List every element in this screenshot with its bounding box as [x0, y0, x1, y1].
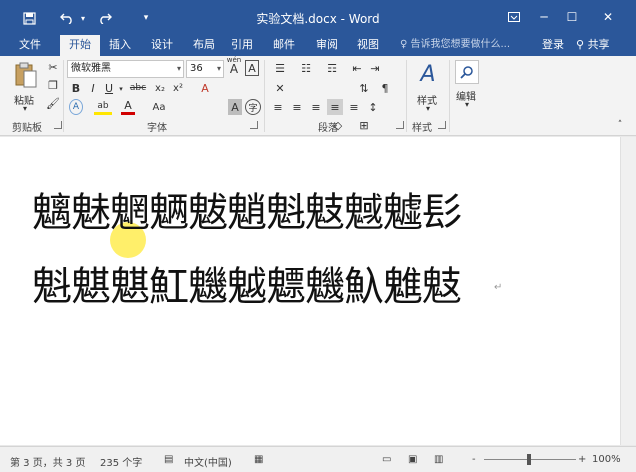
font-name-value: 微软雅黑	[71, 63, 111, 74]
divider	[63, 60, 64, 132]
font-launcher-icon[interactable]	[250, 121, 258, 129]
status-bar: 第 3 页，共 3 页 235 个字 ▤ 中文(中国) ▦ ▭ ▣ ▥ - + …	[0, 446, 636, 472]
superscript-button[interactable]: x²	[170, 80, 186, 96]
user-icon: ⚲	[576, 38, 585, 51]
chevron-down-icon: ▾	[216, 64, 221, 73]
share-button[interactable]: ⚲ 共享	[576, 35, 610, 56]
show-marks-icon[interactable]: ¶	[378, 80, 392, 96]
divider	[406, 60, 407, 132]
paragraph-mark: ↵	[494, 282, 503, 293]
tab-references[interactable]: 引用	[224, 35, 260, 56]
maximize-button[interactable]: ☐	[556, 4, 588, 30]
bullets-icon[interactable]: ☰	[270, 60, 290, 76]
underline-button[interactable]: U	[102, 80, 116, 96]
strikethrough-button[interactable]: abc	[128, 80, 148, 96]
proofing-icon[interactable]: ▤	[164, 454, 173, 465]
justify-icon[interactable]: ≡	[327, 99, 343, 115]
close-button[interactable]: ✕	[592, 4, 624, 30]
clear-format-icon[interactable]: A	[197, 80, 213, 96]
font-group-label: 字体	[147, 123, 167, 134]
char-shading-icon[interactable]: A	[228, 99, 242, 115]
divider	[264, 60, 265, 132]
web-layout-icon[interactable]: ▥	[434, 454, 443, 465]
enclose-char-icon[interactable]: 字	[245, 99, 261, 115]
format-painter-icon[interactable]: 🖌	[46, 96, 60, 110]
chinese-layout-icon[interactable]: ✕	[270, 80, 290, 96]
text-effect-icon[interactable]: A	[69, 99, 83, 115]
editing-search-icon[interactable]	[455, 60, 479, 84]
align-center-icon[interactable]: ≡	[289, 99, 305, 115]
font-name-select[interactable]: 微软雅黑 ▾	[67, 60, 184, 78]
zoom-out-button[interactable]: -	[472, 454, 476, 465]
decrease-indent-icon[interactable]: ⇤	[350, 60, 364, 76]
line-spacing-icon[interactable]: ↕	[365, 99, 381, 115]
numbering-icon[interactable]: ☷	[296, 60, 316, 76]
wen-icon[interactable]: wén	[225, 56, 243, 64]
change-case-icon[interactable]: Aa	[150, 99, 168, 115]
share-label: 共享	[587, 38, 610, 51]
sort-icon[interactable]: ⇅	[354, 80, 374, 96]
underline-dropdown-icon[interactable]: ▾	[117, 82, 125, 96]
paste-dropdown-icon[interactable]: ▾	[23, 104, 27, 113]
tab-home[interactable]: 开始	[60, 35, 100, 56]
document-line-1[interactable]: 魑魅魍魉魃魈魁鬾魊魖髟	[32, 180, 462, 238]
styles-group-label: 样式	[412, 123, 432, 134]
editing-dropdown-icon[interactable]: ▾	[465, 100, 469, 109]
collapse-ribbon-icon[interactable]: ˄	[614, 120, 626, 130]
styles-launcher-icon[interactable]	[438, 121, 446, 129]
tab-layout[interactable]: 布局	[186, 35, 222, 56]
zoom-in-button[interactable]: +	[578, 454, 586, 465]
document-line-2[interactable]: 魁魌魌魟魕魆魒魕魞魋鬾	[32, 254, 462, 312]
title-bar: ▾ ▾ 实验文档.docx - Word ─ ☐ ✕	[0, 0, 636, 35]
subscript-button[interactable]: x₂	[152, 80, 168, 96]
print-layout-icon[interactable]: ▣	[408, 454, 417, 465]
highlight-icon[interactable]: ab	[94, 99, 112, 115]
sign-in-link[interactable]: 登录	[542, 35, 564, 56]
tab-view[interactable]: 视图	[350, 35, 386, 56]
bold-button[interactable]: B	[69, 80, 83, 96]
align-right-icon[interactable]: ≡	[308, 99, 324, 115]
cut-icon[interactable]: ✂	[46, 60, 60, 74]
char-border-icon[interactable]: A	[245, 60, 259, 76]
paragraph-group-label: 段落	[318, 123, 338, 134]
copy-icon[interactable]: ❐	[46, 78, 60, 92]
vertical-scrollbar[interactable]	[620, 137, 636, 445]
increase-indent-icon[interactable]: ⇥	[368, 60, 382, 76]
macro-icon[interactable]: ▦	[254, 454, 263, 465]
zoom-level[interactable]: 100%	[592, 454, 621, 465]
ribbon-tabs: 文件 开始 插入 设计 布局 引用 邮件 审阅 视图 ♀ 告诉我您想要做什么..…	[0, 35, 636, 56]
styles-dropdown-icon[interactable]: ▾	[426, 104, 430, 113]
borders-icon[interactable]: ⊞	[356, 118, 372, 132]
styles-icon[interactable]: A	[414, 60, 442, 88]
align-left-icon[interactable]: ≡	[270, 99, 286, 115]
tab-mailings[interactable]: 邮件	[266, 35, 302, 56]
ribbon-home: 粘贴 ▾ ✂ ❐ 🖌 剪贴板 微软雅黑 ▾ 36 ▾ A wén A B I U…	[0, 56, 636, 136]
read-mode-icon[interactable]: ▭	[382, 454, 391, 465]
font-size-value: 36	[190, 63, 203, 74]
paragraph-launcher-icon[interactable]	[396, 121, 404, 129]
tab-review[interactable]: 审阅	[309, 35, 345, 56]
chevron-down-icon: ▾	[176, 64, 181, 73]
paste-icon[interactable]	[12, 60, 40, 90]
divider	[449, 60, 450, 132]
tab-design[interactable]: 设计	[144, 35, 180, 56]
word-count[interactable]: 235 个字	[100, 454, 142, 469]
distributed-icon[interactable]: ≡	[346, 99, 362, 115]
tell-me-search[interactable]: ♀ 告诉我您想要做什么...	[400, 35, 510, 56]
italic-button[interactable]: I	[86, 80, 100, 96]
multilevel-list-icon[interactable]: ☶	[322, 60, 342, 76]
language[interactable]: 中文(中国)	[184, 454, 232, 469]
page-count[interactable]: 第 3 页，共 3 页	[10, 454, 85, 469]
ribbon-display-icon[interactable]	[498, 4, 530, 30]
tab-insert[interactable]: 插入	[102, 35, 138, 56]
clipboard-launcher-icon[interactable]	[54, 121, 62, 129]
font-color-icon[interactable]: A	[121, 99, 135, 115]
clipboard-group-label: 剪贴板	[12, 123, 42, 134]
zoom-slider-thumb[interactable]	[527, 454, 531, 465]
tab-file[interactable]: 文件	[10, 35, 50, 56]
font-size-select[interactable]: 36 ▾	[186, 60, 224, 78]
